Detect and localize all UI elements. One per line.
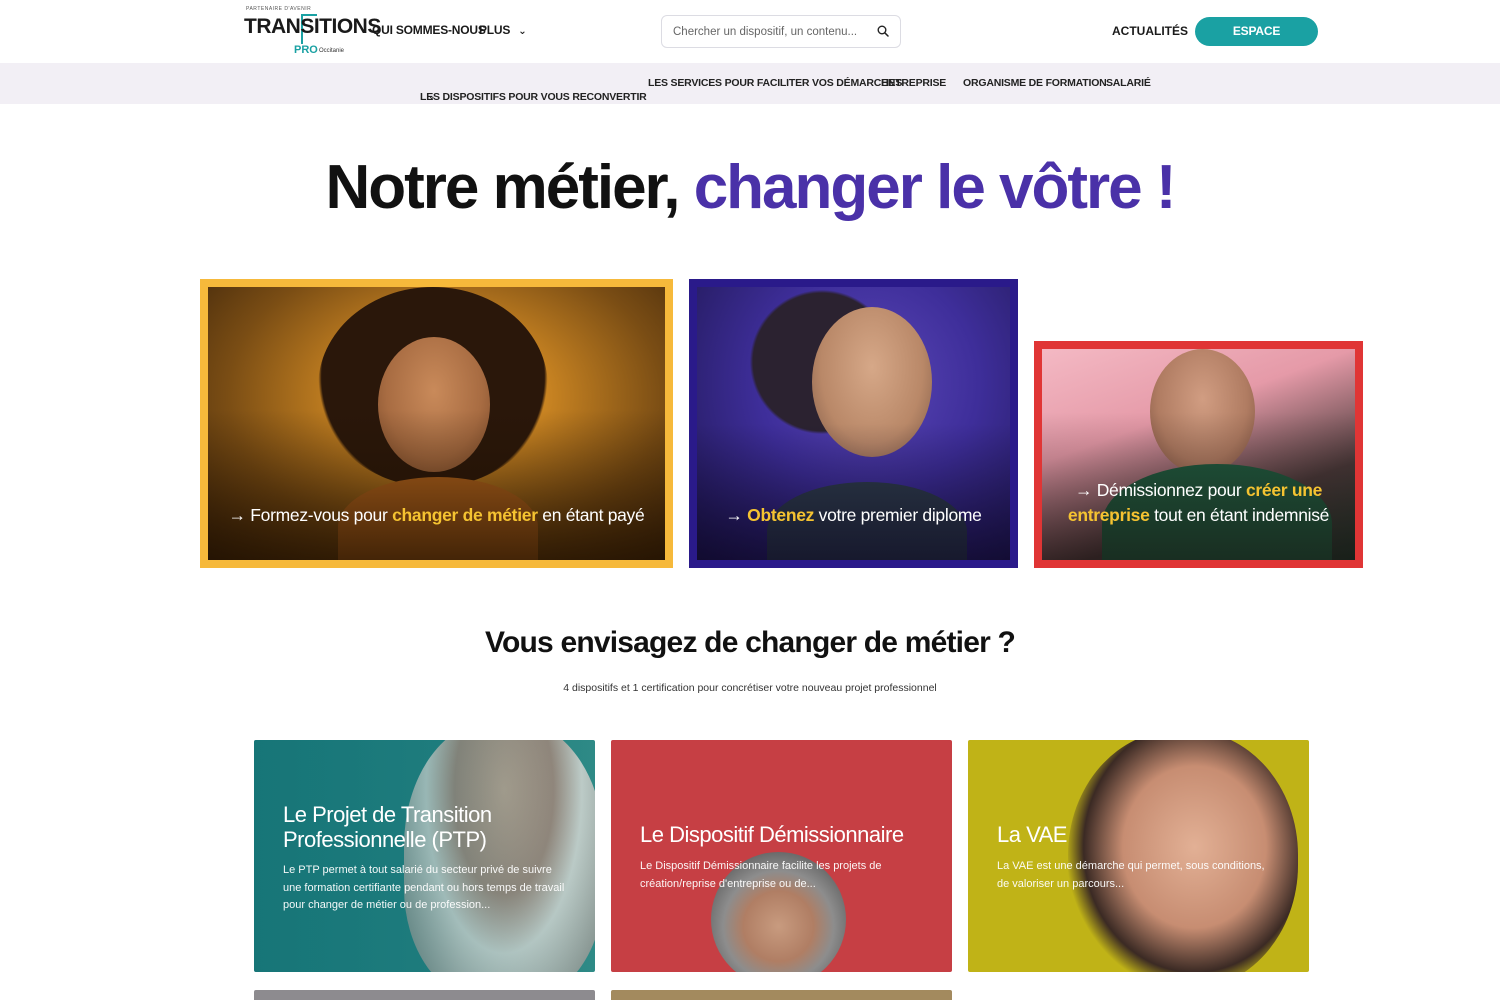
hero-card-caption: → Démissionnez pour créer une entreprise… <box>1042 478 1355 528</box>
chevron-down-icon: ⌄ <box>428 91 436 101</box>
header: PARTENAIRE D'AVENIR TRANSITIONS PRO Occi… <box>0 0 1500 67</box>
subnav-item-services[interactable]: LES SERVICES POUR FACILITER VOS DÉMARCHE… <box>648 77 902 89</box>
logo-region: Occitanie <box>319 48 345 54</box>
dispositif-title: La VAE <box>997 822 1067 847</box>
search-input[interactable] <box>673 24 863 40</box>
caption-highlight: changer de métier <box>392 505 538 525</box>
arrow-right-icon: → <box>228 505 247 525</box>
espace-personnel-button[interactable]: ESPACE PERSONNEL <box>1195 17 1318 67</box>
search-icon[interactable] <box>877 25 889 37</box>
hero-card-caption: → Obtenez votre premier diplome <box>697 503 1010 528</box>
dispositif-card-peek <box>611 990 952 1000</box>
logo-tagline: PARTENAIRE D'AVENIR <box>246 6 312 12</box>
man-glasses-photo <box>1042 349 1355 560</box>
hero-card-formez-vous[interactable]: → Formez-vous pour changer de métier en … <box>200 279 673 568</box>
nav-qui-sommes-nous[interactable]: QUI SOMMES-NOUS <box>372 23 486 37</box>
dispositif-card-vae[interactable]: La VAE La VAE est une démarche qui perme… <box>968 740 1309 972</box>
caption-text: en étant payé <box>537 505 645 525</box>
logo-wordmark: TRANSITIONS <box>244 15 381 38</box>
subnav-label: LES DISPOSITIFS POUR VOUS RECONVERTIR <box>420 91 647 103</box>
nav-plus-label: PLUS <box>479 23 511 37</box>
caption-text: tout en étant indemnisé <box>1149 505 1330 525</box>
dispositif-card-ptp[interactable]: Le Projet de Transition Professionnelle … <box>254 740 595 972</box>
dispositif-card-peek <box>254 990 595 1000</box>
dispositif-description: Le Dispositif Démissionnaire facilite le… <box>640 860 882 890</box>
hero-title: Notre métier, changer le vôtre ! <box>0 152 1500 223</box>
caption-text: Démissionnez pour <box>1092 480 1246 500</box>
hero-card-demissionnez[interactable]: → Démissionnez pour créer une entreprise… <box>1034 341 1363 568</box>
dispositif-description: Le PTP permet à tout salarié du secteur … <box>283 864 565 911</box>
dispositif-card-demissionnaire[interactable]: Le Dispositif Démissionnaire Le Disposit… <box>611 740 952 972</box>
hero-card-obtenez-diplome[interactable]: → Obtenez votre premier diplome <box>689 279 1018 568</box>
section-title: Vous envisagez de changer de métier ? <box>484 626 1016 659</box>
nav-plus-menu[interactable]: PLUS ⌄ <box>479 23 527 37</box>
subnav-item-salarie[interactable]: SALARIÉ <box>1106 77 1151 89</box>
hero-title-accent: changer le vôtre ! <box>693 153 1177 222</box>
section-subtitle: 4 dispositifs et 1 certification pour co… <box>563 682 937 694</box>
caption-text: votre premier diplome <box>814 505 982 525</box>
hero-title-main: Notre métier, <box>325 153 694 222</box>
hero-card-caption: → Formez-vous pour changer de métier en … <box>208 503 665 528</box>
nav-actualites[interactable]: ACTUALITÉS <box>1112 24 1188 38</box>
arrow-right-icon: → <box>1074 480 1093 500</box>
dispositif-title: Le Dispositif Démissionnaire <box>640 822 904 847</box>
secondary-nav: LES DISPOSITIFS POUR VOUS RECONVERTIR ⌄ L… <box>0 63 1500 104</box>
dispositif-description: La VAE est une démarche qui permet, sous… <box>997 860 1265 890</box>
chevron-down-icon: ⌄ <box>518 26 527 37</box>
logo-pro: PRO <box>294 44 318 56</box>
woman-hands-face-photo <box>1068 740 1298 972</box>
transitions-pro-logo[interactable]: PARTENAIRE D'AVENIR TRANSITIONS PRO Occi… <box>244 6 381 58</box>
caption-text: Formez-vous pour <box>245 505 393 525</box>
dispositif-title: Le Projet de Transition Professionnelle … <box>283 802 492 852</box>
subnav-item-entreprise[interactable]: ENTREPRISE <box>881 77 946 89</box>
search-box <box>661 15 901 48</box>
caption-highlight: Obtenez <box>747 505 815 525</box>
arrow-right-icon: → <box>725 505 743 525</box>
subnav-item-organisme[interactable]: ORGANISME DE FORMATION <box>963 77 1107 89</box>
